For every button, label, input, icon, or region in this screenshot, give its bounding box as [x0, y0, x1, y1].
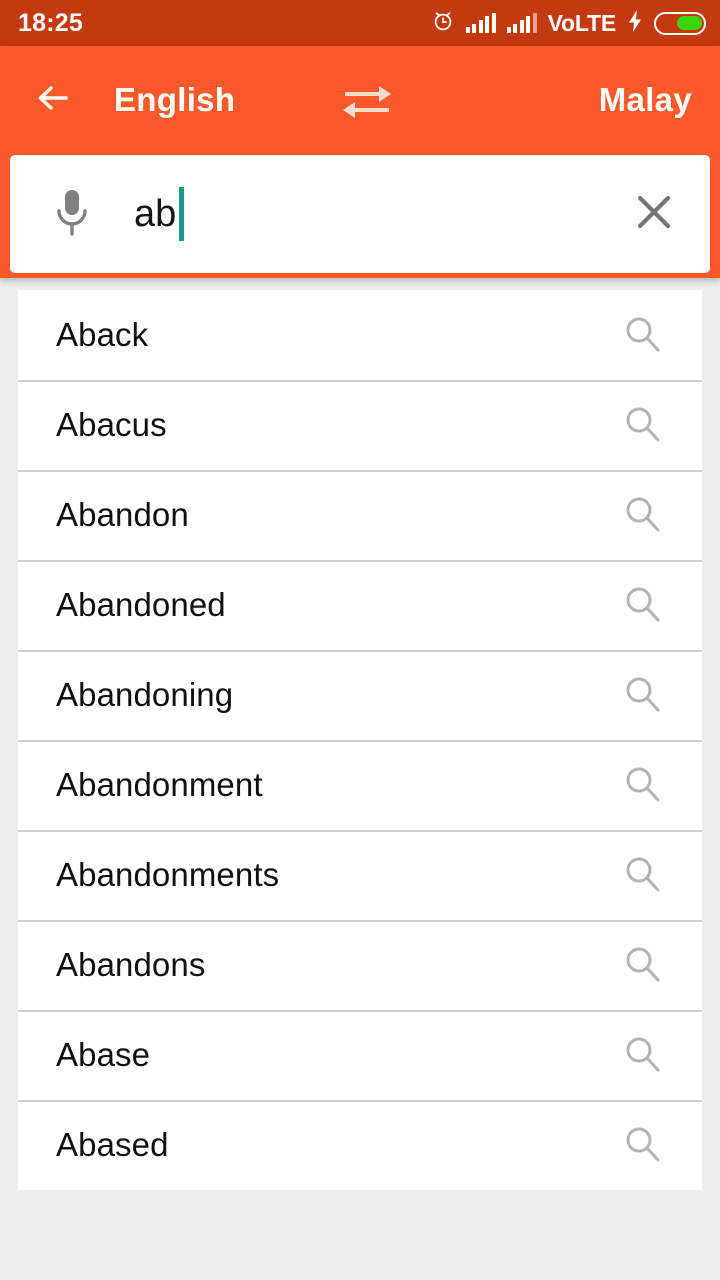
- app-root: 18:25 VoLTE English Malay ab Aback Abacu…: [0, 0, 720, 1280]
- battery-fill: [676, 16, 702, 30]
- list-item-label: Abased: [56, 1126, 169, 1163]
- list-item-label: Abandonment: [56, 766, 263, 803]
- volte-label: VoLTE: [547, 9, 617, 36]
- alarm-icon: [431, 9, 455, 38]
- charging-bolt-icon: [627, 9, 643, 37]
- list-item[interactable]: Abandonment: [18, 740, 702, 830]
- search-icon[interactable]: [616, 1028, 670, 1082]
- list-item-label: Abandon: [56, 496, 189, 533]
- list-item-label: Abandons: [56, 946, 206, 983]
- search-icon[interactable]: [616, 578, 670, 632]
- list-item[interactable]: Abandons: [18, 920, 702, 1010]
- search-icon[interactable]: [616, 758, 670, 812]
- swap-languages-icon: [339, 76, 395, 125]
- list-item[interactable]: Aback: [18, 290, 702, 380]
- status-bar: 18:25 VoLTE: [0, 0, 720, 46]
- search-icon[interactable]: [616, 308, 670, 362]
- app-bar-top-row: English Malay: [0, 46, 720, 154]
- list-item-label: Abase: [56, 1036, 151, 1073]
- list-item[interactable]: Abandonments: [18, 830, 702, 920]
- search-input-value: ab: [134, 193, 177, 235]
- list-item-label: Abandoning: [56, 676, 234, 713]
- search-icon[interactable]: [616, 398, 670, 452]
- text-caret: [179, 187, 185, 241]
- list-item[interactable]: Abase: [18, 1010, 702, 1100]
- voice-search-button[interactable]: [44, 183, 100, 245]
- list-item-label: Abandonments: [56, 856, 280, 893]
- list-item-label: Aback: [56, 316, 149, 353]
- search-input[interactable]: ab: [134, 183, 624, 245]
- swap-languages-button[interactable]: [334, 73, 400, 127]
- list-item[interactable]: Abandoned: [18, 560, 702, 650]
- clear-search-button[interactable]: [624, 184, 684, 244]
- list-item-label: Abandoned: [56, 586, 226, 623]
- list-item[interactable]: Abacus: [18, 380, 702, 470]
- suggestions-list: Aback Abacus Abandon Abandoned Abandonin…: [18, 290, 702, 1190]
- close-icon: [631, 189, 677, 240]
- source-language-button[interactable]: English: [114, 81, 235, 119]
- list-item[interactable]: Abased: [18, 1100, 702, 1190]
- signal-bars-sim2-icon: [506, 13, 537, 33]
- status-icon-tray: VoLTE: [431, 9, 706, 38]
- battery-icon: [654, 11, 706, 35]
- status-clock: 18:25: [18, 8, 83, 37]
- list-item[interactable]: Abandon: [18, 470, 702, 560]
- search-icon[interactable]: [616, 668, 670, 722]
- list-item-label: Abacus: [56, 406, 167, 443]
- back-button[interactable]: [26, 73, 80, 127]
- list-item[interactable]: Abandoning: [18, 650, 702, 740]
- signal-bars-sim1-icon: [465, 13, 496, 33]
- target-language-button[interactable]: Malay: [599, 81, 692, 119]
- search-icon[interactable]: [616, 848, 670, 902]
- search-bar[interactable]: ab: [10, 155, 710, 273]
- search-icon[interactable]: [616, 488, 670, 542]
- search-icon[interactable]: [616, 1118, 670, 1172]
- search-icon[interactable]: [616, 938, 670, 992]
- microphone-icon: [52, 186, 92, 243]
- back-arrow-icon: [32, 77, 74, 124]
